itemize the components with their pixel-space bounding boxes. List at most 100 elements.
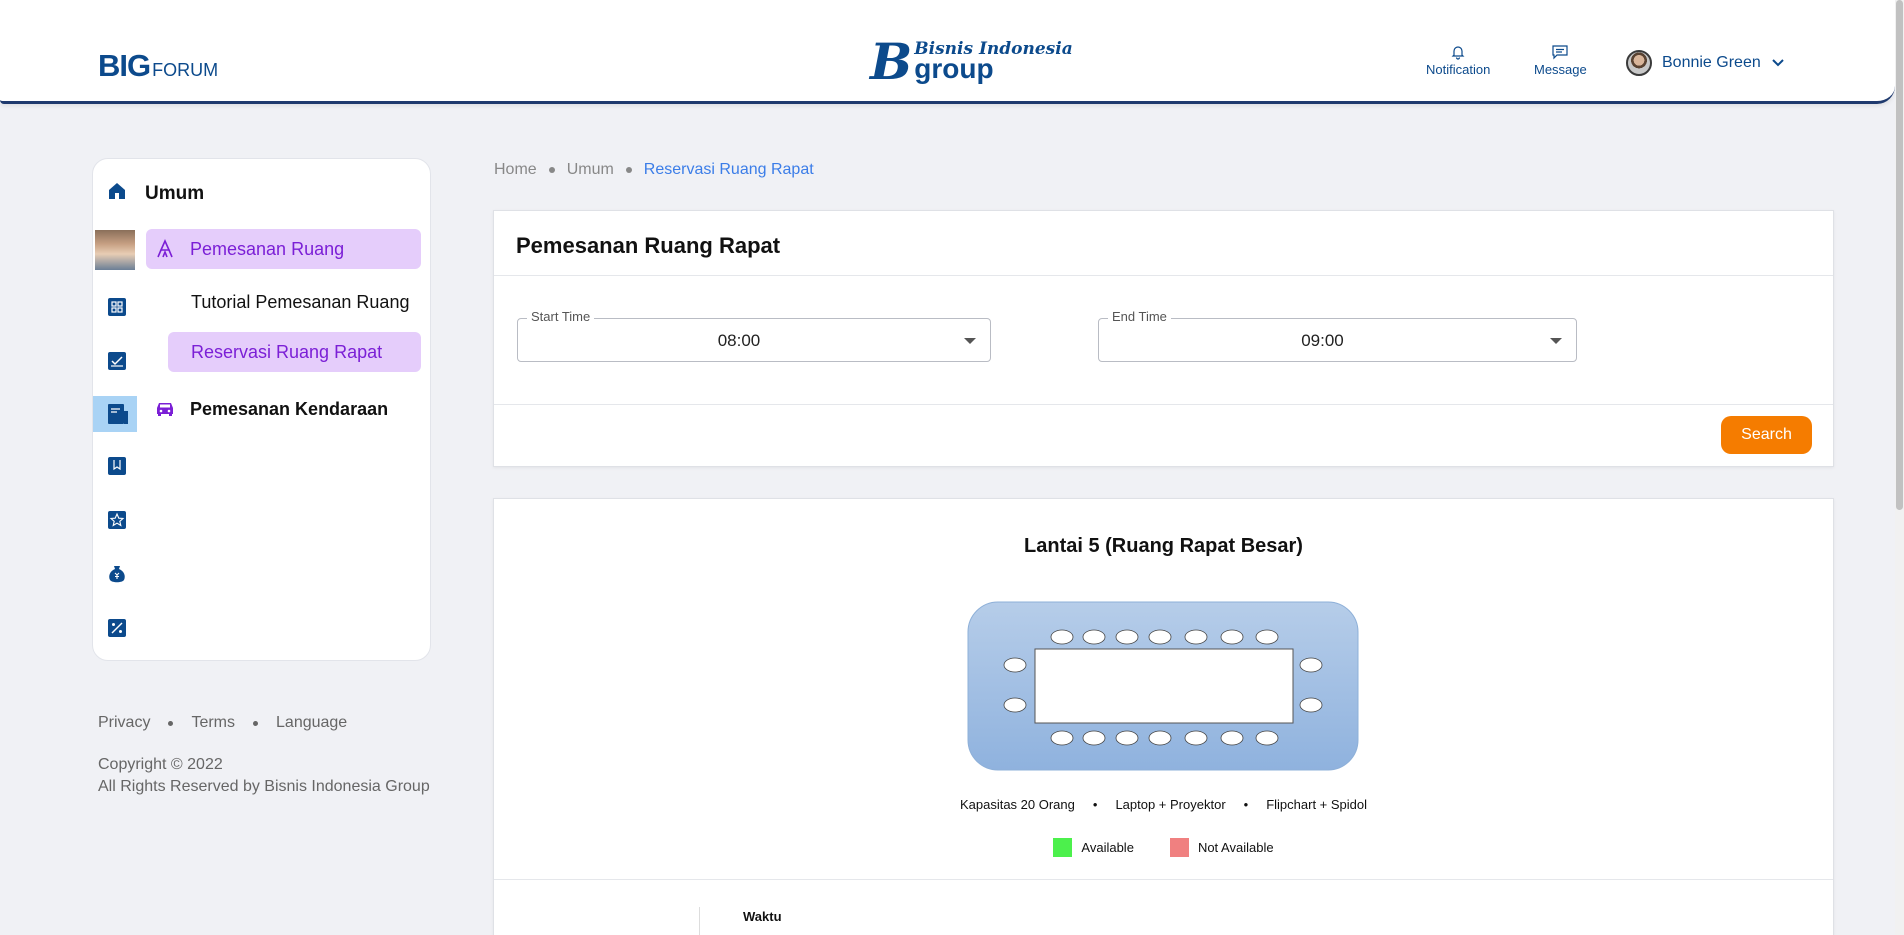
start-time-value: 08:00 <box>717 331 761 350</box>
feature-capacity: Kapasitas 20 Orang <box>959 797 1075 812</box>
copyright: Copyright © 2022 All Rights Reserved by … <box>98 754 430 798</box>
bookmark-icon[interactable] <box>107 456 127 476</box>
top-header: BIG FORUM B Bisnis Indonesia group Notif… <box>0 0 1895 104</box>
room-features: Kapasitas 20 Orang • Laptop + Proyektor … <box>494 797 1833 812</box>
page-title: Pemesanan Ruang Rapat <box>516 233 781 258</box>
home-icon[interactable] <box>107 181 127 201</box>
breadcrumb-home[interactable]: Home <box>494 161 537 179</box>
footer-links: Privacy Terms Language <box>98 714 347 732</box>
breadcrumb: Home Umum Reservasi Ruang Rapat <box>494 161 814 179</box>
language-link[interactable]: Language <box>276 714 347 732</box>
divider <box>494 404 1833 405</box>
avatar <box>1626 50 1652 76</box>
feature-laptop: Laptop + Proyektor <box>1115 797 1226 812</box>
booking-form-card: Pemesanan Ruang Rapat Start Time 08:00 E… <box>493 210 1834 467</box>
car-icon <box>157 403 173 416</box>
sidebar-item-pemesanan-ruang[interactable]: Pemesanan Ruang <box>146 229 421 269</box>
chair <box>1115 730 1139 746</box>
availability-legend: Available Not Available <box>494 838 1833 857</box>
notification-label: Notification <box>1426 62 1491 77</box>
room-card: Lantai 5 (Ruang Rapat Besar) Kapasitas 2… <box>493 498 1834 935</box>
rights-text: All Rights Reserved by Bisnis Indonesia … <box>98 778 430 795</box>
divider <box>494 275 1833 276</box>
chair <box>1082 629 1106 645</box>
chair <box>1003 697 1027 713</box>
sidebar-section-title: Umum <box>145 183 205 204</box>
user-photo[interactable] <box>95 230 135 270</box>
inbox-check-icon[interactable] <box>107 351 127 371</box>
privacy-link[interactable]: Privacy <box>98 714 150 732</box>
sidebar-item-tutorial[interactable]: Tutorial Pemesanan Ruang <box>191 282 421 322</box>
search-button[interactable]: Search <box>1721 416 1812 454</box>
logo-b-mark: B <box>870 32 913 91</box>
not-available-swatch <box>1169 838 1189 857</box>
separator-dot <box>548 167 555 173</box>
chair <box>1220 730 1244 746</box>
feature-flipchart: Flipchart + Spidol <box>1266 797 1368 812</box>
separator-dot <box>625 167 632 173</box>
start-time-select[interactable]: Start Time 08:00 <box>517 309 991 362</box>
room-layout-diagram <box>967 601 1359 771</box>
meeting-table <box>1034 648 1294 724</box>
start-time-label: Start Time <box>527 309 595 324</box>
chair <box>1220 629 1244 645</box>
notification-button[interactable]: Notification <box>1426 44 1490 77</box>
available-label: Available <box>1081 840 1134 855</box>
chair <box>1003 657 1027 673</box>
copyright-text: Copyright © 2022 <box>98 756 223 773</box>
chair <box>1299 657 1323 673</box>
schedule-column-header: Waktu <box>743 909 782 924</box>
breadcrumb-umum[interactable]: Umum <box>567 161 614 179</box>
end-time-label: End Time <box>1108 309 1171 324</box>
chair <box>1184 629 1208 645</box>
big-forum-logo[interactable]: BIG FORUM <box>98 48 218 84</box>
user-name: Bonnie Green <box>1662 54 1761 71</box>
separator-dot <box>253 720 259 726</box>
bullet: • <box>1092 797 1098 812</box>
separator-dot <box>168 720 174 726</box>
end-time-value: 09:00 <box>1301 331 1344 350</box>
chair <box>1050 730 1074 746</box>
terms-link[interactable]: Terms <box>191 714 235 732</box>
bell-icon <box>1451 46 1465 60</box>
bisnis-indonesia-logo[interactable]: B Bisnis Indonesia group <box>870 32 1073 91</box>
caret-down-icon <box>964 338 976 344</box>
message-button[interactable]: Message <box>1534 44 1587 77</box>
message-icon <box>1552 45 1568 60</box>
chair <box>1148 730 1172 746</box>
sidebar-item-label: Tutorial Pemesanan Ruang <box>191 291 410 312</box>
divider <box>494 879 1833 880</box>
scroll-thumb[interactable] <box>1896 0 1903 510</box>
logo-big-text: BIG <box>98 48 151 83</box>
chair <box>1082 730 1106 746</box>
user-menu[interactable]: Bonnie Green <box>1626 50 1785 76</box>
chair <box>1148 629 1172 645</box>
money-bag-icon[interactable] <box>107 564 127 584</box>
document-icon[interactable] <box>107 403 129 425</box>
not-available-label: Not Available <box>1197 840 1274 855</box>
sidebar-item-kendaraan[interactable]: Pemesanan Kendaraan <box>146 389 421 429</box>
chair <box>1050 629 1074 645</box>
people-icon <box>157 239 173 258</box>
page-scrollbar[interactable] <box>1895 0 1904 935</box>
chair <box>1115 629 1139 645</box>
chair <box>1299 697 1323 713</box>
star-icon[interactable] <box>107 510 127 530</box>
room-title: Lantai 5 (Ruang Rapat Besar) <box>1024 535 1303 557</box>
brand-line2: group <box>914 53 994 84</box>
grid-icon[interactable] <box>107 297 127 317</box>
sidebar-item-reservasi[interactable]: Reservasi Ruang Rapat <box>168 332 421 372</box>
chair <box>1255 629 1279 645</box>
sidebar: Umum Pemesanan Ruang Tutorial Pemesanan … <box>92 158 431 661</box>
chair <box>1184 730 1208 746</box>
sidebar-item-label: Pemesanan Ruang <box>190 238 345 259</box>
caret-down-icon <box>1550 338 1562 344</box>
breadcrumb-current: Reservasi Ruang Rapat <box>643 161 814 178</box>
sidebar-item-label: Pemesanan Kendaraan <box>190 398 389 419</box>
sidebar-item-label: Reservasi Ruang Rapat <box>191 341 383 362</box>
column-divider <box>699 907 700 935</box>
chevron-down-icon <box>1772 59 1784 67</box>
percent-icon[interactable] <box>107 618 127 638</box>
bullet: • <box>1243 797 1249 812</box>
end-time-select[interactable]: End Time 09:00 <box>1098 309 1577 362</box>
